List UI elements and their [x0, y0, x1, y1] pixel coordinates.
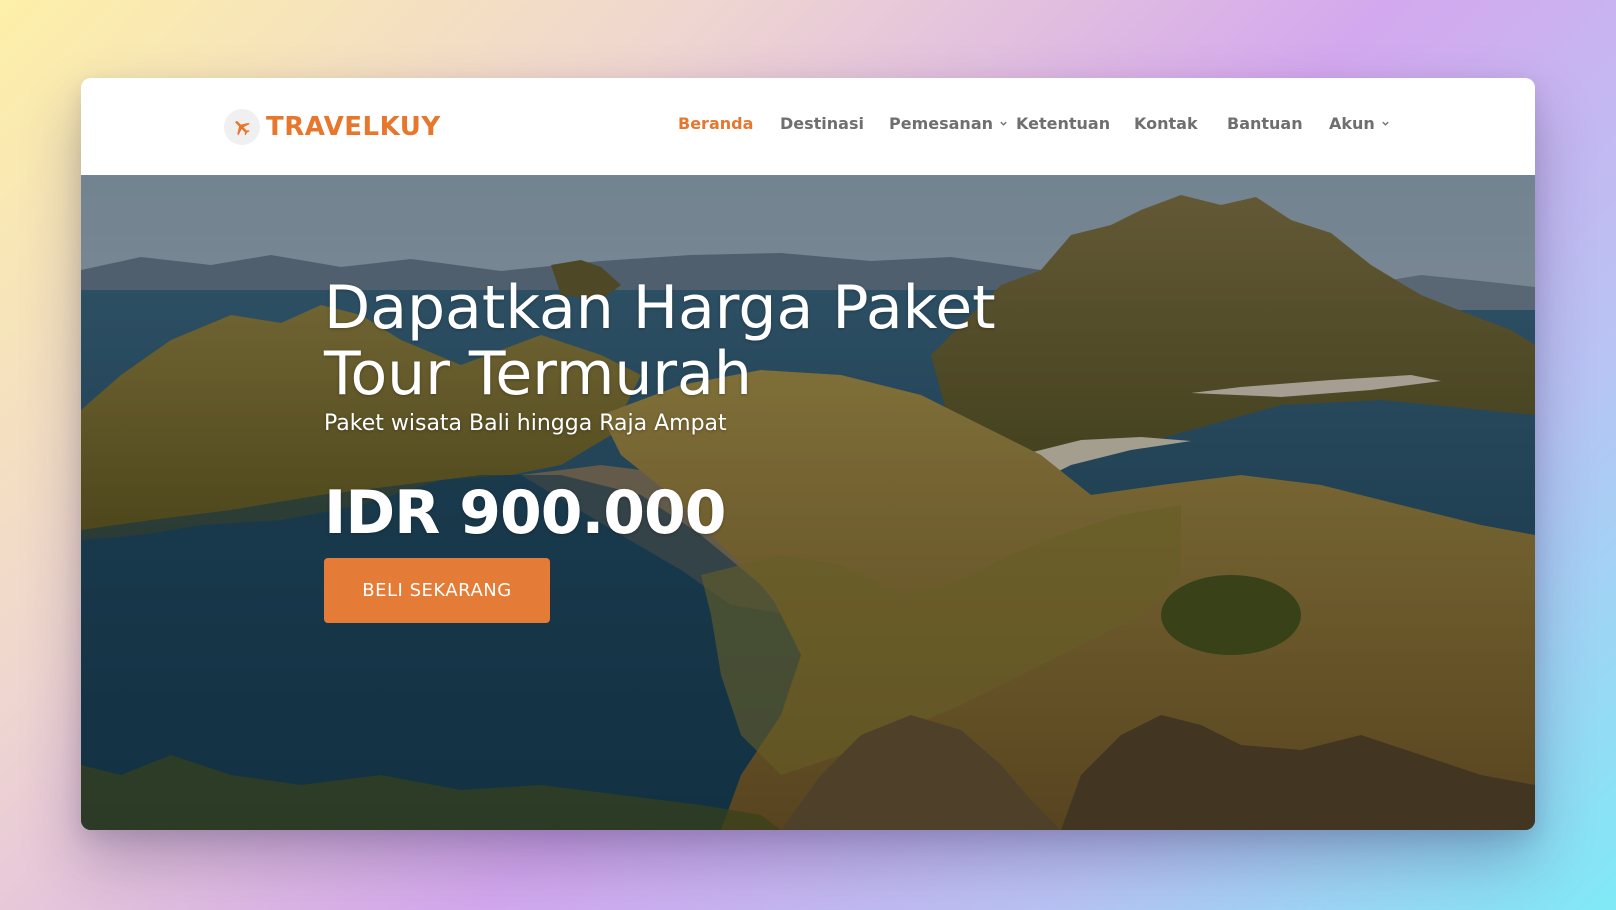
hero-subtitle: Paket wisata Bali hingga Raja Ampat [324, 411, 727, 436]
nav-item-destinasi[interactable]: Destinasi [780, 114, 864, 133]
nav-item-label: Bantuan [1227, 114, 1303, 133]
nav-item-label: Kontak [1134, 114, 1198, 133]
navbar: TRAVELKUY Beranda Destinasi Pemesanan Ke… [81, 78, 1535, 176]
buy-now-button[interactable]: BELI SEKARANG [324, 558, 550, 623]
hero-title-line-1: Dapatkan Harga Paket [324, 273, 996, 343]
nav-item-label: Beranda [678, 114, 754, 133]
hero-title-line-2: Tour Termurah [324, 339, 752, 409]
nav-item-akun[interactable]: Akun [1329, 114, 1390, 133]
nav-item-kontak[interactable]: Kontak [1134, 114, 1198, 133]
nav-item-label: Pemesanan [889, 114, 993, 133]
nav-item-bantuan[interactable]: Bantuan [1227, 114, 1303, 133]
main-menu: Beranda Destinasi Pemesanan Ketentuan Ko… [81, 114, 1535, 138]
hero-title: Dapatkan Harga Paket Tour Termurah [324, 275, 1024, 407]
nav-item-beranda[interactable]: Beranda [678, 114, 753, 133]
nav-item-label: Ketentuan [1016, 114, 1111, 133]
chevron-down-icon [1382, 121, 1389, 126]
browser-window: TRAVELKUY Beranda Destinasi Pemesanan Ke… [81, 78, 1535, 830]
hero-content: Dapatkan Harga Paket Tour Termurah Paket… [324, 275, 1024, 623]
hero-banner: Dapatkan Harga Paket Tour Termurah Paket… [81, 175, 1535, 830]
nav-item-ketentuan[interactable]: Ketentuan [1016, 114, 1110, 133]
hero-price: IDR 900.000 [324, 478, 727, 548]
chevron-down-icon [1000, 121, 1007, 126]
nav-item-label: Akun [1329, 114, 1375, 133]
nav-item-label: Destinasi [780, 114, 864, 133]
nav-item-pemesanan[interactable]: Pemesanan [889, 114, 1008, 133]
